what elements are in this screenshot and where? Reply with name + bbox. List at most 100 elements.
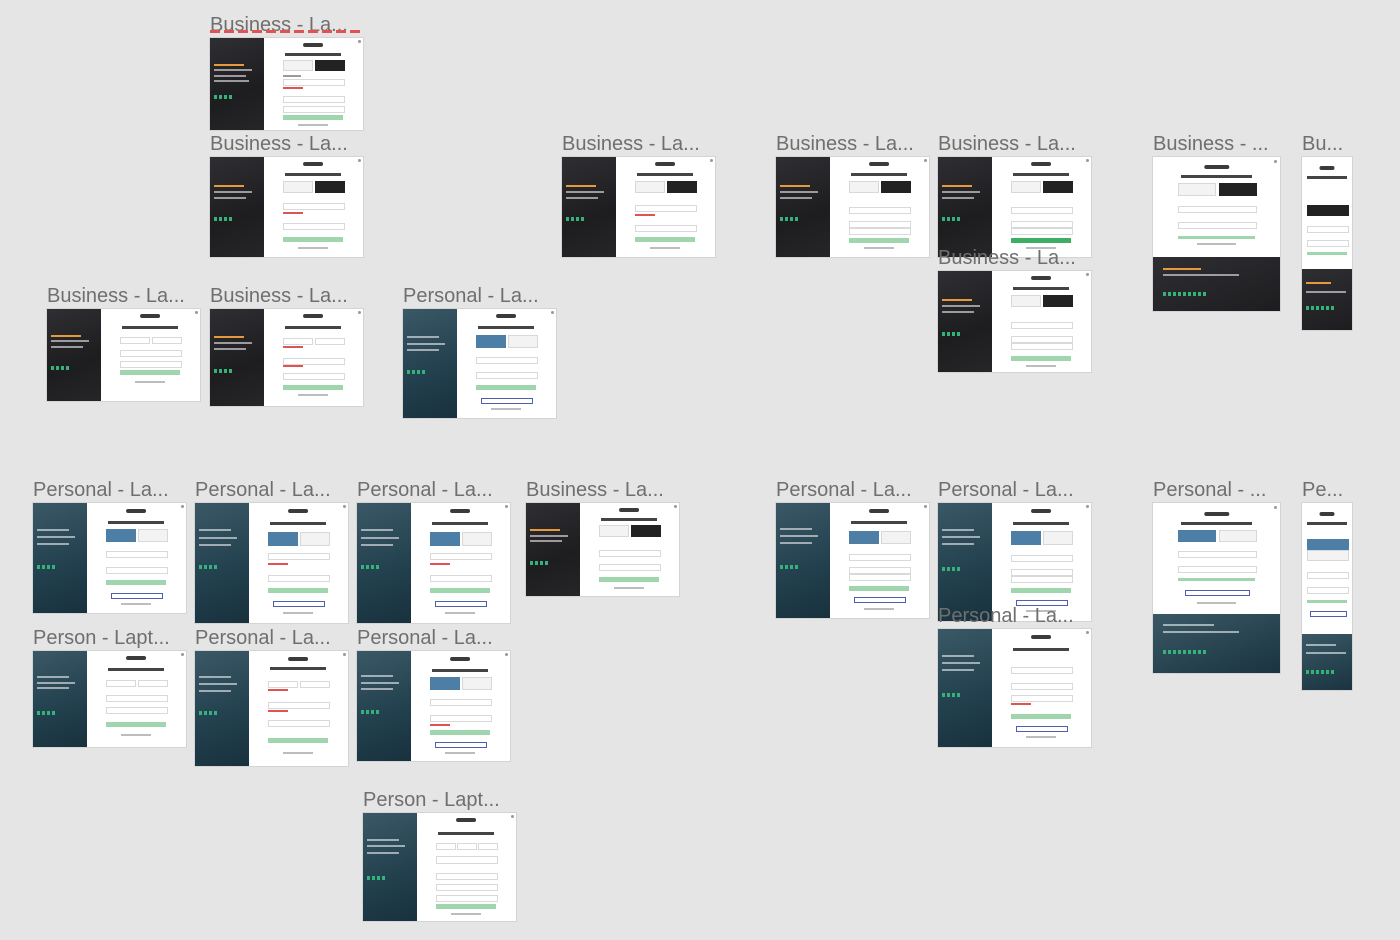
terms-checkbox[interactable] [283, 373, 346, 381]
first-name-field[interactable] [268, 680, 299, 688]
frame-business-1[interactable]: Business - La... [210, 14, 363, 130]
personal-account-toggle[interactable] [1011, 181, 1042, 193]
frame-business-7[interactable]: Business - La... [526, 479, 679, 596]
frame-person-laptop-1[interactable]: Person - Lapt... [33, 627, 186, 747]
email-field[interactable] [430, 699, 493, 707]
frame-personal-6[interactable]: Personal - La... [938, 479, 1091, 621]
business-account-toggle[interactable] [1307, 549, 1349, 562]
business-account-toggle[interactable] [1219, 530, 1257, 543]
close-icon[interactable] [358, 39, 362, 43]
country-select[interactable] [1011, 683, 1074, 691]
continue-button[interactable] [1011, 238, 1072, 243]
continue-button[interactable] [635, 237, 696, 242]
frame-personal-mobile[interactable]: Pe... [1302, 479, 1352, 690]
continue-button[interactable] [1307, 600, 1347, 604]
frame-business-finish-2[interactable]: Business - La... [210, 285, 363, 406]
last-name-field[interactable] [300, 680, 331, 688]
business-account-toggle[interactable] [462, 677, 493, 691]
create-account-button[interactable] [283, 384, 344, 390]
business-account-toggle[interactable] [1219, 183, 1257, 196]
close-icon[interactable] [195, 310, 199, 314]
close-icon[interactable] [505, 505, 509, 509]
facebook-signup-button[interactable] [1016, 725, 1069, 732]
personal-account-toggle[interactable] [1011, 295, 1042, 308]
email-field[interactable] [1011, 554, 1074, 562]
create-account-button[interactable] [106, 722, 167, 728]
create-account-button[interactable] [120, 369, 181, 375]
continue-button[interactable] [1307, 252, 1347, 256]
terms-checkbox[interactable] [436, 895, 499, 903]
business-name-field[interactable] [283, 203, 346, 210]
phone-field[interactable] [1011, 342, 1074, 350]
frame-personal-tablet[interactable]: Personal - ... [1153, 479, 1280, 673]
login-link[interactable] [1197, 243, 1236, 246]
frame-personal-9[interactable]: Personal - La... [938, 605, 1091, 747]
country-select[interactable] [1011, 569, 1074, 577]
terms-checkbox[interactable] [268, 720, 331, 727]
frame-business-5[interactable]: Business - La... [938, 133, 1091, 257]
phone-field[interactable] [120, 350, 183, 358]
close-icon[interactable] [1086, 505, 1090, 509]
frame-personal-3[interactable]: Personal - La... [195, 479, 348, 623]
close-icon[interactable] [1274, 506, 1278, 510]
login-link[interactable] [445, 612, 476, 615]
country-select[interactable] [106, 566, 169, 574]
login-link[interactable] [650, 247, 681, 249]
business-account-toggle[interactable] [138, 529, 169, 543]
email-field[interactable] [1011, 666, 1074, 674]
close-icon[interactable] [358, 159, 362, 162]
continue-button[interactable] [283, 237, 344, 242]
business-account-toggle[interactable] [315, 60, 346, 72]
business-name-field[interactable] [599, 549, 662, 557]
business-name-field[interactable] [283, 79, 346, 87]
first-name-field[interactable] [457, 843, 478, 851]
login-link[interactable] [614, 586, 645, 589]
login-link[interactable] [298, 123, 329, 126]
business-name-field[interactable] [1011, 321, 1074, 329]
facebook-signup-button[interactable] [1184, 589, 1251, 596]
last-name-field[interactable] [152, 336, 183, 344]
facebook-signup-button[interactable] [1309, 611, 1347, 618]
login-link[interactable] [283, 612, 314, 615]
back-link[interactable] [283, 752, 314, 755]
back-link[interactable] [298, 394, 329, 397]
business-account-toggle[interactable] [1043, 531, 1074, 546]
country-select[interactable] [430, 714, 493, 722]
last-name-field[interactable] [478, 843, 499, 851]
login-link[interactable] [1026, 736, 1057, 739]
phone-field[interactable] [283, 357, 346, 365]
continue-button[interactable] [849, 238, 910, 243]
terms-checkbox[interactable] [120, 360, 183, 368]
close-icon[interactable] [1086, 159, 1090, 162]
country-select[interactable] [1011, 335, 1074, 343]
create-account-button[interactable] [268, 738, 329, 744]
email-field[interactable] [849, 553, 912, 561]
create-account-button[interactable] [436, 903, 497, 909]
close-icon[interactable] [181, 505, 185, 509]
frame-business-4[interactable]: Business - La... [776, 133, 929, 257]
close-icon[interactable] [511, 815, 515, 819]
phone-field[interactable] [1011, 228, 1074, 235]
email-field[interactable] [476, 356, 539, 364]
business-name-field[interactable] [1011, 207, 1074, 214]
personal-account-toggle[interactable] [476, 335, 507, 349]
business-account-toggle[interactable] [881, 530, 912, 545]
phone-field[interactable] [1011, 695, 1074, 703]
continue-button[interactable] [283, 115, 344, 121]
close-icon[interactable] [924, 505, 928, 509]
frame-personal-5[interactable]: Personal - La... [776, 479, 929, 618]
frame-business-tablet[interactable]: Business - ... [1153, 133, 1280, 311]
login-link[interactable] [1197, 601, 1236, 604]
frame-business-mobile[interactable]: Bu... [1302, 133, 1352, 330]
first-name-field[interactable] [120, 336, 151, 344]
email-field[interactable] [1307, 572, 1349, 580]
business-name-field[interactable] [849, 207, 912, 214]
facebook-signup-button[interactable] [111, 593, 164, 600]
last-name-field[interactable] [138, 679, 169, 687]
login-link[interactable] [491, 408, 522, 411]
business-account-toggle[interactable] [1043, 295, 1074, 308]
continue-button[interactable] [1178, 235, 1255, 239]
facebook-signup-button[interactable] [273, 601, 326, 608]
login-link[interactable] [298, 247, 329, 249]
back-link[interactable] [135, 380, 166, 383]
